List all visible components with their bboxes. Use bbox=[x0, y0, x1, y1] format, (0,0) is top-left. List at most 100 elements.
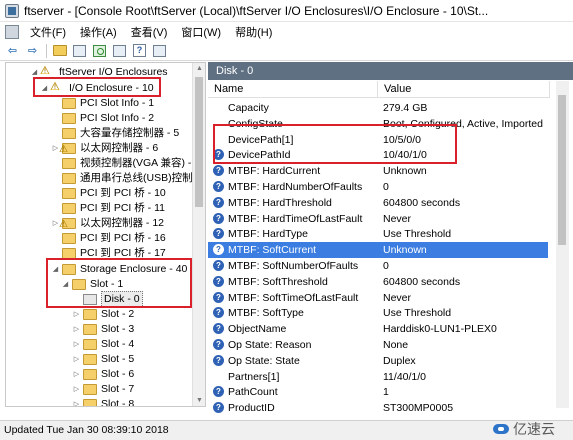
help-icon: ? bbox=[213, 244, 224, 256]
scroll-up-icon[interactable]: ▲ bbox=[196, 65, 203, 72]
expand-arrow-icon[interactable]: ▷ bbox=[72, 382, 81, 397]
scrollbar-thumb[interactable] bbox=[558, 95, 566, 245]
menu-action[interactable]: 操作(A) bbox=[73, 24, 124, 40]
tree-item-pci-bridge-17[interactable]: PCI 到 PCI 桥 - 17 bbox=[51, 246, 166, 261]
menu-window[interactable]: 窗口(W) bbox=[174, 24, 228, 40]
tree-item-storage-controller-5[interactable]: 大容量存储控制器 - 5 bbox=[51, 126, 179, 141]
tree-item-ethernet-controller-6[interactable]: ▷ 以太网控制器 - 6 bbox=[51, 141, 158, 157]
menu-file[interactable]: 文件(F) bbox=[23, 24, 73, 40]
help-button[interactable]: ? bbox=[131, 43, 148, 59]
property-row[interactable]: ? PathCount 1 bbox=[208, 384, 548, 400]
expand-arrow-icon[interactable]: ▷ bbox=[72, 307, 81, 322]
property-row[interactable]: ? ObjectName Harddisk0-LUN1-PLEX0 bbox=[208, 321, 548, 337]
folder-icon bbox=[62, 98, 76, 109]
folder-icon bbox=[62, 128, 76, 139]
expand-arrow-icon[interactable]: ▷ bbox=[72, 322, 81, 337]
property-row[interactable]: ? MTBF: HardTimeOfLastFault Never bbox=[208, 211, 548, 227]
scrollbar-thumb[interactable] bbox=[195, 77, 203, 207]
property-value: None bbox=[383, 339, 409, 351]
tree-item-slot-8[interactable]: ▷ Slot - 8 bbox=[72, 397, 134, 406]
tree-item-pci-slot-1[interactable]: PCI Slot Info - 1 bbox=[51, 96, 154, 111]
tree-item-label: Slot - 7 bbox=[101, 383, 135, 395]
property-name: MTBF: SoftThreshold bbox=[228, 275, 328, 288]
tree-item-video-controller-7[interactable]: 视频控制器(VGA 兼容) - 7 bbox=[51, 156, 200, 171]
tree-item-io-enclosures[interactable]: ◢ ftServer I/O Enclosures bbox=[30, 64, 168, 80]
property-value: 0 bbox=[383, 260, 389, 272]
property-row[interactable]: ? MTBF: HardType Use Threshold bbox=[208, 226, 548, 242]
tree-item-label: Slot - 6 bbox=[101, 368, 135, 380]
expand-arrow-icon[interactable]: ▷ bbox=[72, 337, 81, 352]
expand-arrow-icon[interactable]: ▷ bbox=[72, 397, 81, 406]
tree-item-label: 大容量存储控制器 - 5 bbox=[80, 127, 180, 139]
tree-item-slot-5[interactable]: ▷ Slot - 5 bbox=[72, 352, 134, 367]
property-row[interactable]: ? MTBF: SoftThreshold 604800 seconds bbox=[208, 274, 548, 290]
tree-item-slot-4[interactable]: ▷ Slot - 4 bbox=[72, 337, 134, 352]
expand-arrow-icon[interactable]: ▷ bbox=[72, 367, 81, 382]
property-row[interactable]: ? Op State: Reason None bbox=[208, 337, 548, 353]
tree-item-storage-enclosure-40[interactable]: ◢ Storage Enclosure - 40 bbox=[51, 262, 187, 277]
collapse-arrow-icon[interactable]: ◢ bbox=[61, 277, 70, 292]
folder-icon bbox=[62, 264, 76, 275]
back-arrow-icon[interactable]: ⇦ bbox=[4, 43, 21, 59]
title-bar: ftserver - [Console Root\ftServer (Local… bbox=[0, 0, 573, 22]
scroll-down-icon[interactable]: ▼ bbox=[196, 397, 203, 404]
property-row[interactable]: DevicePath[1] 10/5/0/0 bbox=[208, 132, 548, 148]
property-row[interactable]: ? Op State: State Duplex bbox=[208, 353, 548, 369]
tree-item-usb-controller[interactable]: 通用串行总线(USB)控制器 bbox=[51, 171, 203, 186]
property-row[interactable]: ? MTBF: SoftCurrent Unknown bbox=[208, 242, 548, 259]
property-name: PathCount bbox=[228, 386, 278, 399]
up-folder-button[interactable] bbox=[51, 43, 68, 59]
tree-item-ethernet-controller-12[interactable]: ▷ 以太网控制器 - 12 bbox=[51, 216, 164, 232]
tree-item-pci-slot-2[interactable]: PCI Slot Info - 2 bbox=[51, 111, 154, 126]
tree-item-disk-0[interactable]: Disk - 0 bbox=[83, 291, 143, 308]
tree-item-slot-1[interactable]: ◢ Slot - 1 bbox=[61, 277, 123, 292]
collapse-arrow-icon[interactable]: ◢ bbox=[40, 81, 49, 96]
property-row[interactable]: ? MTBF: HardThreshold 604800 seconds bbox=[208, 195, 548, 211]
export-list-button[interactable] bbox=[111, 43, 128, 59]
property-row[interactable]: ? MTBF: HardCurrent Unknown bbox=[208, 163, 548, 179]
menu-view[interactable]: 查看(V) bbox=[124, 24, 175, 40]
tree-item-pci-bridge-11[interactable]: PCI 到 PCI 桥 - 11 bbox=[51, 201, 165, 216]
column-header-name[interactable]: Name bbox=[208, 81, 378, 98]
tree-item-pci-bridge-16[interactable]: PCI 到 PCI 桥 - 16 bbox=[51, 231, 166, 246]
console-tree[interactable]: ◢ ftServer I/O Enclosures ◢ I/O Enclosur… bbox=[5, 62, 206, 407]
property-row[interactable]: ? MTBF: SoftTimeOfLastFault Never bbox=[208, 290, 548, 306]
property-value: Boot, Configured, Active, Imported bbox=[383, 117, 543, 130]
details-scrollbar[interactable] bbox=[556, 81, 569, 408]
property-row[interactable]: ? MTBF: SoftType Use Threshold bbox=[208, 305, 548, 321]
refresh-button[interactable] bbox=[91, 43, 108, 59]
property-value: 11/40/1/0 bbox=[383, 370, 427, 383]
property-name: MTBF: HardThreshold bbox=[228, 196, 332, 209]
tree-item-slot-6[interactable]: ▷ Slot - 6 bbox=[72, 367, 134, 382]
collapse-arrow-icon[interactable]: ◢ bbox=[51, 262, 60, 277]
property-value: Use Threshold bbox=[383, 228, 452, 241]
tree-scrollbar[interactable]: ▲ ▼ bbox=[192, 63, 205, 406]
column-header-value[interactable]: Value bbox=[378, 81, 550, 98]
show-hide-tree-button[interactable] bbox=[71, 43, 88, 59]
tree-item-label: PCI 到 PCI 桥 - 11 bbox=[80, 202, 165, 214]
property-value: Use Threshold bbox=[383, 307, 452, 320]
property-row[interactable]: ? MTBF: HardNumberOfFaults 0 bbox=[208, 179, 548, 195]
tree-item-label: Slot - 5 bbox=[101, 353, 135, 365]
property-row[interactable]: Partners[1] 11/40/1/0 bbox=[208, 369, 548, 385]
properties-button[interactable] bbox=[151, 43, 168, 59]
property-row[interactable]: ? MTBF: SoftNumberOfFaults 0 bbox=[208, 258, 548, 274]
export-list-icon bbox=[113, 44, 126, 57]
property-row[interactable]: ConfigState Boot, Configured, Active, Imp… bbox=[208, 116, 548, 132]
help-icon: ? bbox=[213, 165, 224, 177]
tree-item-io-enclosure-10[interactable]: ◢ I/O Enclosure - 10 bbox=[40, 80, 154, 96]
property-row[interactable]: Capacity 279.4 GB bbox=[208, 100, 548, 116]
collapse-arrow-icon[interactable]: ◢ bbox=[30, 65, 39, 80]
details-pane: Disk - 0 Name Value Capacity 279.4 GB Conf… bbox=[208, 62, 573, 420]
property-row[interactable]: ? ProductID ST300MP0005 bbox=[208, 400, 548, 416]
tree-item-slot-2[interactable]: ▷ Slot - 2 bbox=[72, 307, 134, 322]
tree-item-pci-bridge-10[interactable]: PCI 到 PCI 桥 - 10 bbox=[51, 186, 166, 201]
expand-arrow-icon[interactable]: ▷ bbox=[72, 352, 81, 367]
forward-arrow-icon[interactable]: ⇨ bbox=[24, 43, 41, 59]
property-row[interactable]: ? DevicePathId 10/40/1/0 bbox=[208, 147, 548, 163]
property-name: ObjectName bbox=[228, 323, 287, 336]
menu-help[interactable]: 帮助(H) bbox=[228, 24, 279, 40]
console-menu-icon[interactable] bbox=[5, 24, 19, 39]
tree-item-slot-7[interactable]: ▷ Slot - 7 bbox=[72, 382, 134, 397]
tree-item-slot-3[interactable]: ▷ Slot - 3 bbox=[72, 322, 134, 337]
